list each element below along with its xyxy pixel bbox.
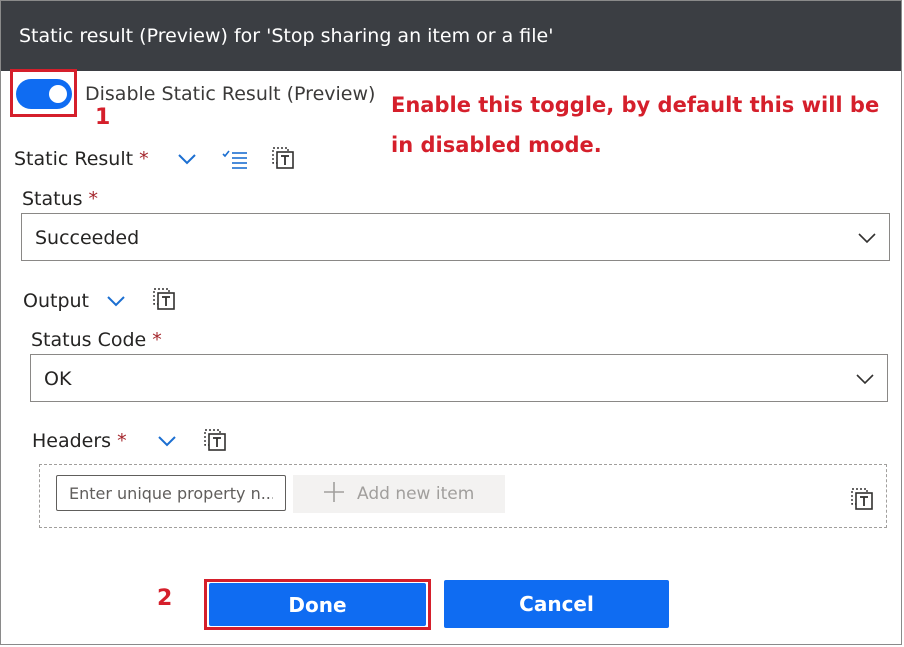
- status-dropdown[interactable]: Succeeded: [21, 213, 890, 261]
- disable-static-result-toggle[interactable]: [16, 79, 72, 109]
- headers-label: Headers *: [32, 430, 127, 452]
- chevron-down-icon[interactable]: [157, 434, 177, 448]
- cancel-button[interactable]: Cancel: [444, 580, 669, 628]
- required-marker: *: [88, 188, 99, 210]
- property-name-input[interactable]: [56, 475, 286, 511]
- toggle-knob: [49, 85, 67, 103]
- chevron-down-icon[interactable]: [106, 294, 126, 308]
- annotation-step-2: 2: [157, 586, 173, 611]
- status-dropdown-value: Succeeded: [35, 227, 140, 249]
- annotation-text: Enable this toggle, by default this will…: [391, 93, 880, 157]
- status-label: Status *: [22, 188, 98, 210]
- chevron-down-icon[interactable]: [177, 152, 197, 166]
- text-token-icon[interactable]: [204, 429, 226, 451]
- chevron-down-icon: [855, 371, 875, 390]
- chevron-down-icon: [857, 230, 877, 249]
- checklist-icon[interactable]: [222, 149, 248, 169]
- static-result-dialog: Static result (Preview) for 'Stop sharin…: [0, 0, 902, 645]
- done-button[interactable]: Done: [209, 583, 426, 626]
- dialog-title: Static result (Preview) for 'Stop sharin…: [1, 1, 901, 71]
- text-token-icon[interactable]: [153, 288, 175, 310]
- text-token-icon[interactable]: [851, 488, 873, 510]
- required-marker: *: [117, 430, 127, 452]
- status-code-dropdown-value: OK: [44, 368, 72, 390]
- plus-icon: [323, 481, 345, 508]
- static-result-label-text: Static Result: [14, 148, 134, 170]
- status-code-label: Status Code *: [31, 329, 162, 351]
- annotation-step-1: 1: [95, 105, 111, 130]
- add-new-item-label: Add new item: [357, 484, 475, 504]
- status-code-label-text: Status Code: [31, 329, 147, 351]
- required-marker: *: [139, 148, 149, 170]
- output-label: Output: [23, 290, 89, 312]
- status-label-text: Status: [22, 188, 83, 210]
- required-marker: *: [152, 329, 162, 351]
- toggle-label: Disable Static Result (Preview): [85, 83, 376, 105]
- add-new-item-button[interactable]: Add new item: [293, 475, 505, 513]
- static-result-label: Static Result *: [14, 148, 149, 170]
- status-code-dropdown[interactable]: OK: [30, 354, 888, 402]
- text-token-icon[interactable]: [272, 147, 294, 169]
- headers-label-text: Headers: [32, 430, 112, 452]
